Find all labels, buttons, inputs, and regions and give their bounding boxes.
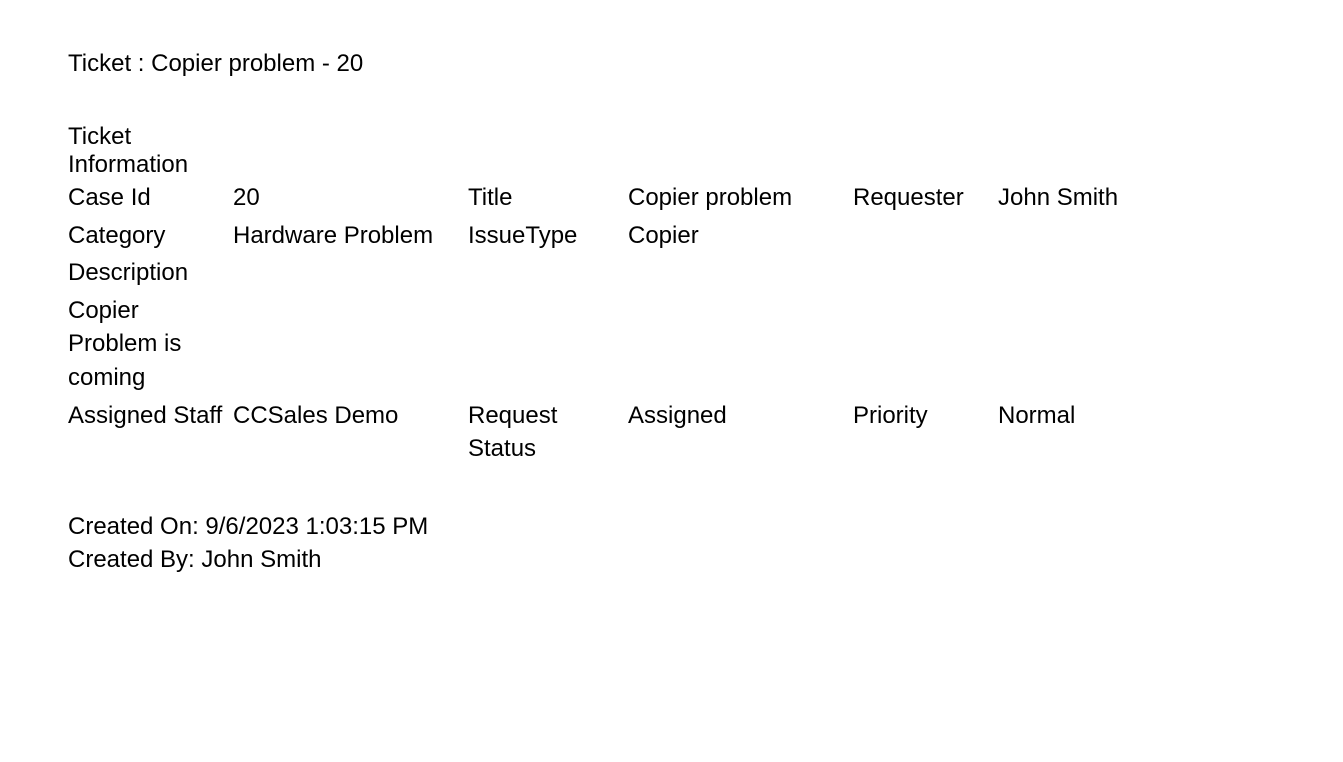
description-label: Description (68, 254, 233, 292)
category-label: Category (68, 217, 233, 255)
request-status-value: Assigned (628, 397, 853, 435)
created-by-row: Created By: John Smith (68, 543, 1343, 577)
blank-cell (233, 254, 468, 258)
requester-label: Requester (853, 179, 998, 217)
assigned-staff-value: CCSales Demo (233, 397, 468, 435)
blank-cell (853, 217, 998, 221)
requester-value: John Smith (998, 179, 1228, 217)
title-text: Copier problem - 20 (151, 50, 363, 77)
page-title: Ticket : Copier problem - 20 (68, 50, 1343, 78)
issue-type-value: Copier (628, 217, 853, 255)
priority-value: Normal (998, 397, 1228, 435)
case-id-label: Case Id (68, 179, 233, 217)
category-value: Hardware Problem (233, 217, 468, 255)
blank-cell (468, 254, 628, 258)
section-heading-line2: Information (68, 151, 1343, 179)
blank-cell (468, 292, 628, 296)
section-heading-line1: Ticket (68, 123, 1343, 151)
title-prefix: Ticket : (68, 50, 151, 77)
title-value: Copier problem (628, 179, 853, 217)
blank-cell (628, 254, 853, 258)
blank-cell (628, 292, 853, 296)
priority-label: Priority (853, 397, 998, 435)
case-id-value: 20 (233, 179, 468, 217)
blank-cell (853, 254, 998, 258)
assigned-staff-label: Assigned Staff (68, 397, 233, 435)
created-on-row: Created On: 9/6/2023 1:03:15 PM (68, 510, 1343, 544)
description-value: Copier Problem is coming (68, 292, 233, 397)
blank-cell (853, 292, 998, 296)
section-heading: Ticket Information (68, 123, 1343, 179)
blank-cell (998, 292, 1228, 296)
blank-cell (998, 254, 1228, 258)
created-by-value: John Smith (201, 546, 321, 573)
footer-block: Created On: 9/6/2023 1:03:15 PM Created … (68, 510, 1343, 577)
ticket-info-grid: Case Id 20 Title Copier problem Requeste… (68, 179, 1343, 468)
created-on-label: Created On: (68, 513, 205, 540)
title-label: Title (468, 179, 628, 217)
blank-cell (998, 217, 1228, 221)
request-status-label: Request Status (468, 397, 628, 468)
blank-cell (233, 292, 468, 296)
issue-type-label: IssueType (468, 217, 628, 255)
created-by-label: Created By: (68, 546, 201, 573)
created-on-value: 9/6/2023 1:03:15 PM (205, 513, 428, 540)
